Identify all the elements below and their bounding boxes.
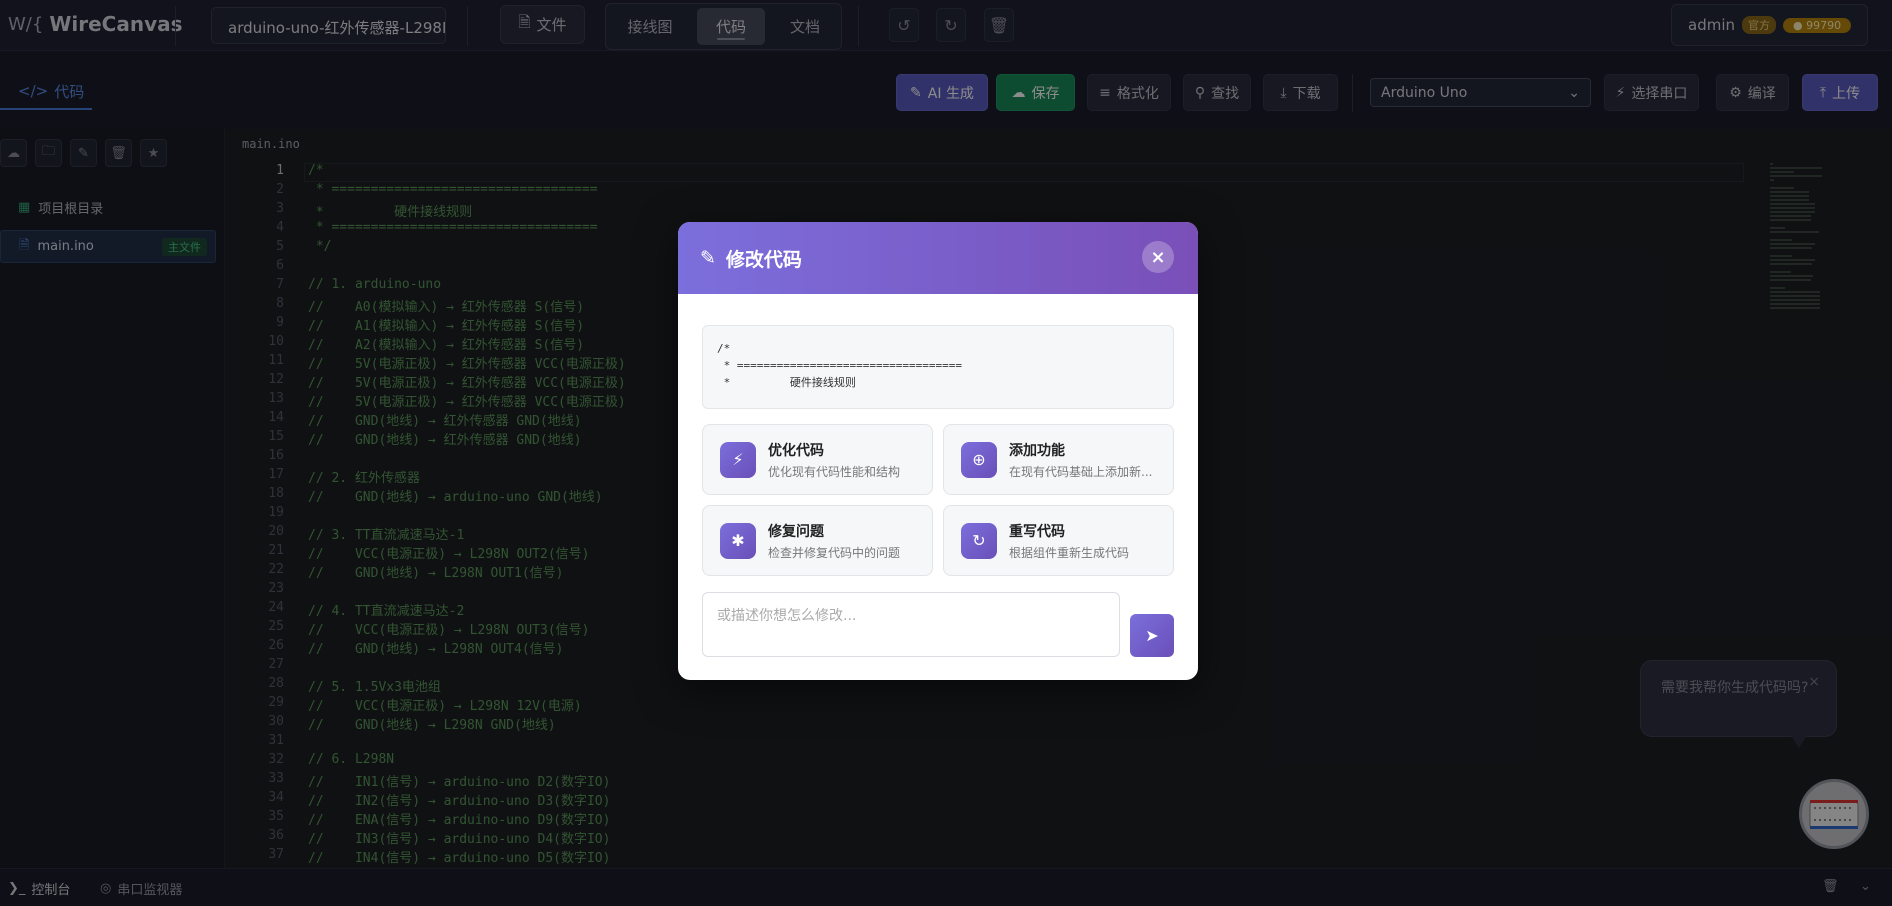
option-title: 重写代码 [1009,523,1065,540]
option-desc: 在现有代码基础上添加新... [1009,464,1153,479]
rewrite-code-option[interactable]: ↻ 重写代码 根据组件重新生成代码 [943,505,1174,576]
modify-prompt-input[interactable]: 或描述你想怎么修改... [702,592,1120,657]
add-feature-option[interactable]: ⊕ 添加功能 在现有代码基础上添加新... [943,424,1174,495]
plus-circle-icon: ⊕ [961,441,997,478]
option-desc: 检查并修复代码中的问题 [768,545,901,560]
bug-icon: ✱ [720,522,756,559]
option-title: 优化代码 [768,442,824,459]
close-icon[interactable]: × [1142,241,1174,273]
modify-code-dialog: ✎ 修改代码 × /* * ==========================… [678,222,1198,680]
option-title: 添加功能 [1009,442,1065,459]
dialog-title: 修改代码 [725,248,802,271]
option-title: 修复问题 [768,523,824,540]
dialog-header: ✎ 修改代码 × [678,222,1198,294]
fix-bug-option[interactable]: ✱ 修复问题 检查并修复代码中的问题 [702,505,933,576]
code-preview: /* * ================================== … [702,325,1174,409]
option-desc: 根据组件重新生成代码 [1009,545,1130,560]
option-desc: 优化现有代码性能和结构 [768,464,901,479]
pencil-icon: ✎ [700,247,716,269]
optimize-code-option[interactable]: ⚡ 优化代码 优化现有代码性能和结构 [702,424,933,495]
refresh-icon: ↻ [961,522,997,559]
bolt-icon: ⚡ [720,441,756,478]
send-icon[interactable]: ➤ [1130,614,1174,657]
